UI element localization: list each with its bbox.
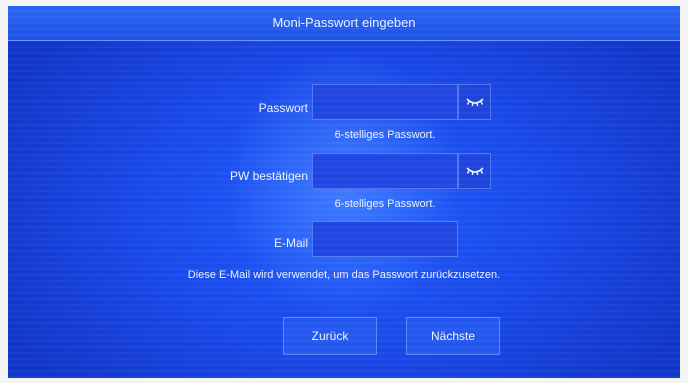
eye-closed-icon	[465, 98, 484, 107]
password-visibility-toggle[interactable]	[458, 84, 491, 120]
confirm-password-field[interactable]	[312, 153, 458, 189]
screen: Moni-Passwort eingeben Passwort 6-stelli…	[8, 6, 680, 378]
email-field[interactable]	[312, 221, 458, 257]
confirm-password-hint: 6-stelliges Passwort.	[334, 198, 436, 210]
back-button[interactable]: Zurück	[283, 317, 377, 355]
password-field[interactable]	[312, 84, 458, 120]
eye-closed-icon	[465, 167, 484, 176]
next-button[interactable]: Nächste	[406, 317, 500, 355]
confirm-password-visibility-toggle[interactable]	[458, 153, 491, 189]
confirm-password-label: PW bestätigen	[229, 169, 308, 183]
email-label: E-Mail	[273, 236, 308, 250]
password-label: Passwort	[258, 101, 308, 115]
password-hint: 6-stelliges Passwort.	[334, 129, 436, 141]
email-hint: Diese E-Mail wird verwendet, um das Pass…	[187, 269, 501, 281]
page-title: Moni-Passwort eingeben	[8, 6, 680, 41]
